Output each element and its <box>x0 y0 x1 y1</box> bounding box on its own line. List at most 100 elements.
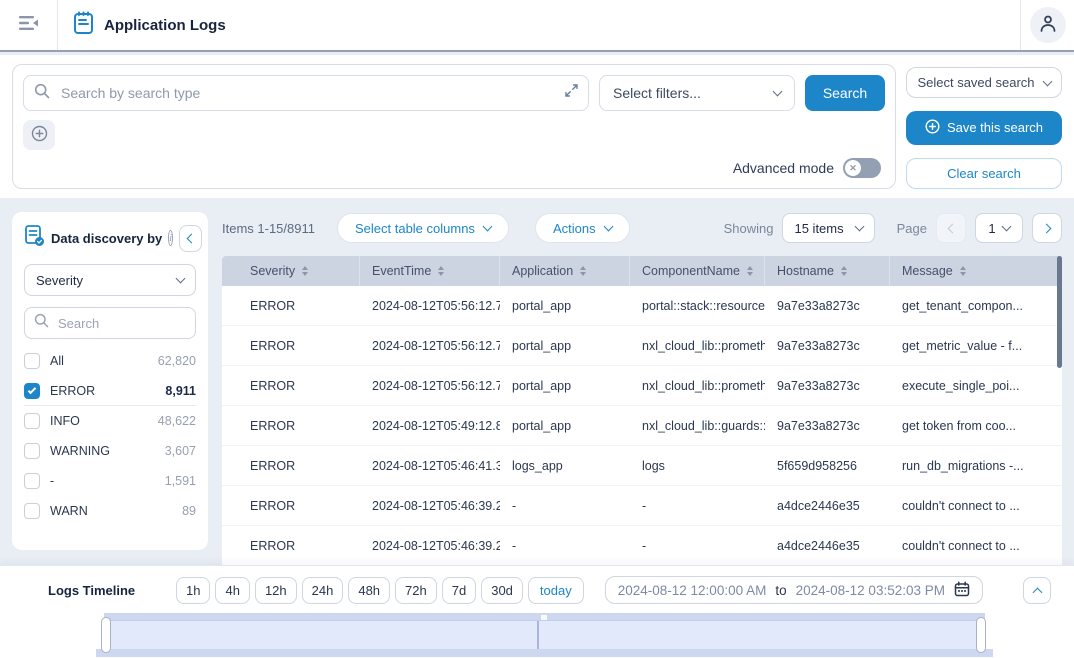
table-cell: 2024-08-12T05:56:12.7... <box>360 286 500 325</box>
add-condition-button[interactable] <box>23 120 55 150</box>
date-to-value[interactable]: 2024-08-12 03:52:03 PM <box>796 583 945 598</box>
facet-row-1[interactable]: ERROR 8,911 <box>24 376 196 406</box>
prev-page-button[interactable] <box>936 213 966 243</box>
table-cell: logs_app <box>500 446 630 485</box>
table-scrollbar[interactable] <box>1057 256 1062 368</box>
select-columns-button[interactable]: Select table columns <box>337 213 509 243</box>
table-cell: ERROR <box>222 326 360 365</box>
column-header-label: Message <box>902 264 953 278</box>
filters-select[interactable]: Select filters... <box>599 75 795 111</box>
table-cell: 2024-08-12T05:56:12.7... <box>360 326 500 365</box>
range-button-30d[interactable]: 30d <box>481 577 523 604</box>
table-cell: nxl_cloud_lib::guards::to... <box>630 406 765 445</box>
filters-select-label: Select filters... <box>613 85 701 101</box>
table-cell: couldn't connect to ... <box>890 486 1062 525</box>
timeline-brush[interactable] <box>90 613 997 657</box>
column-header-hostname[interactable]: Hostname <box>765 256 890 286</box>
collapse-facets-button[interactable] <box>179 225 202 252</box>
table-row[interactable]: ERROR2024-08-12T05:56:12.7...portal_appn… <box>222 366 1062 406</box>
facet-label: WARN <box>50 504 172 518</box>
sort-icon <box>302 266 308 276</box>
search-input[interactable] <box>59 84 556 102</box>
column-header-label: Hostname <box>777 264 834 278</box>
table-row[interactable]: ERROR2024-08-12T05:46:39.2...--a4dce2446… <box>222 526 1062 566</box>
advanced-mode-label: Advanced mode <box>733 160 834 176</box>
chevron-down-icon <box>773 87 783 97</box>
search-icon <box>34 83 50 104</box>
brush-left-handle[interactable] <box>101 617 111 653</box>
range-button-1h[interactable]: 1h <box>176 577 210 604</box>
table-row[interactable]: ERROR2024-08-12T05:46:41.3...logs_applog… <box>222 446 1062 486</box>
range-button-24h[interactable]: 24h <box>302 577 344 604</box>
saved-search-label: Select saved search <box>917 75 1034 90</box>
table-row[interactable]: ERROR2024-08-12T05:49:12.8...portal_appn… <box>222 406 1062 446</box>
clear-search-button[interactable]: Clear search <box>906 158 1062 190</box>
page-size-select[interactable]: 15 items <box>782 213 874 243</box>
facet-count: 3,607 <box>165 444 196 458</box>
table-cell: execute_single_poi... <box>890 366 1062 405</box>
date-range-control[interactable]: 2024-08-12 12:00:00 AM to 2024-08-12 03:… <box>605 576 983 604</box>
column-header-eventtime[interactable]: EventTime <box>360 256 500 286</box>
table-cell: portal_app <box>500 366 630 405</box>
column-header-severity[interactable]: Severity <box>222 256 360 286</box>
table-cell: 9a7e33a8273c <box>765 326 890 365</box>
facet-field-label: Severity <box>36 273 83 288</box>
range-button-4h[interactable]: 4h <box>215 577 249 604</box>
table-cell: - <box>500 486 630 525</box>
range-button-12h[interactable]: 12h <box>255 577 297 604</box>
advanced-mode-toggle[interactable]: ✕ <box>843 158 881 178</box>
sort-icon <box>747 266 753 276</box>
column-header-componentname[interactable]: ComponentName <box>630 256 765 286</box>
next-page-button[interactable] <box>1032 213 1062 243</box>
page-number-select[interactable]: 1 <box>975 213 1023 243</box>
user-avatar-button[interactable] <box>1030 7 1066 43</box>
collapse-timeline-button[interactable] <box>1023 577 1051 604</box>
sort-icon <box>580 266 586 276</box>
actions-button[interactable]: Actions <box>535 213 630 243</box>
column-header-application[interactable]: Application <box>500 256 630 286</box>
expand-icon[interactable] <box>565 84 578 102</box>
today-button[interactable]: today <box>528 577 584 604</box>
calendar-icon[interactable] <box>954 581 970 600</box>
table-row[interactable]: ERROR2024-08-12T05:46:39.2...--a4dce2446… <box>222 486 1062 526</box>
chevron-right-icon <box>1041 223 1051 233</box>
facet-checkbox[interactable] <box>24 413 40 429</box>
facet-row-4[interactable]: - 1,591 <box>24 466 196 496</box>
facet-search-input[interactable] <box>56 315 186 332</box>
table-row[interactable]: ERROR2024-08-12T05:56:12.7...portal_appn… <box>222 326 1062 366</box>
chevron-down-icon <box>176 274 186 284</box>
column-header-label: EventTime <box>372 264 431 278</box>
facet-checkbox[interactable] <box>24 383 40 399</box>
facet-row-2[interactable]: INFO 48,622 <box>24 406 196 436</box>
table-row[interactable]: ERROR2024-08-12T05:56:12.7...portal_appp… <box>222 286 1062 326</box>
facet-row-0[interactable]: All 62,820 <box>24 346 196 376</box>
range-button-7d[interactable]: 7d <box>442 577 476 604</box>
table-cell: 2024-08-12T05:56:12.7... <box>360 366 500 405</box>
save-search-button[interactable]: Save this search <box>906 111 1062 144</box>
table-cell: run_db_migrations -... <box>890 446 1062 485</box>
saved-search-select[interactable]: Select saved search <box>906 67 1062 98</box>
facet-checkbox[interactable] <box>24 473 40 489</box>
facet-label: All <box>50 354 148 368</box>
facet-row-3[interactable]: WARNING 3,607 <box>24 436 196 466</box>
range-button-72h[interactable]: 72h <box>395 577 437 604</box>
facet-row-5[interactable]: WARN 89 <box>24 496 196 526</box>
sort-icon <box>841 266 847 276</box>
column-header-message[interactable]: Message <box>890 256 1062 286</box>
search-button[interactable]: Search <box>805 75 885 111</box>
facet-checkbox[interactable] <box>24 503 40 519</box>
chevron-down-icon <box>854 222 864 232</box>
table-cell: get_metric_value - f... <box>890 326 1062 365</box>
app-header: Application Logs <box>0 0 1074 52</box>
facet-field-select[interactable]: Severity <box>24 264 196 296</box>
brush-selection[interactable] <box>106 620 981 652</box>
date-from-value[interactable]: 2024-08-12 12:00:00 AM <box>618 583 767 598</box>
info-icon[interactable]: i <box>168 230 173 246</box>
items-summary: Items 1-15/8911 <box>222 221 315 236</box>
collapse-menu-button[interactable] <box>0 15 57 36</box>
range-button-48h[interactable]: 48h <box>348 577 390 604</box>
brush-right-handle[interactable] <box>976 617 986 653</box>
facet-checkbox[interactable] <box>24 353 40 369</box>
table-cell: nxl_cloud_lib::promethe... <box>630 366 765 405</box>
facet-checkbox[interactable] <box>24 443 40 459</box>
